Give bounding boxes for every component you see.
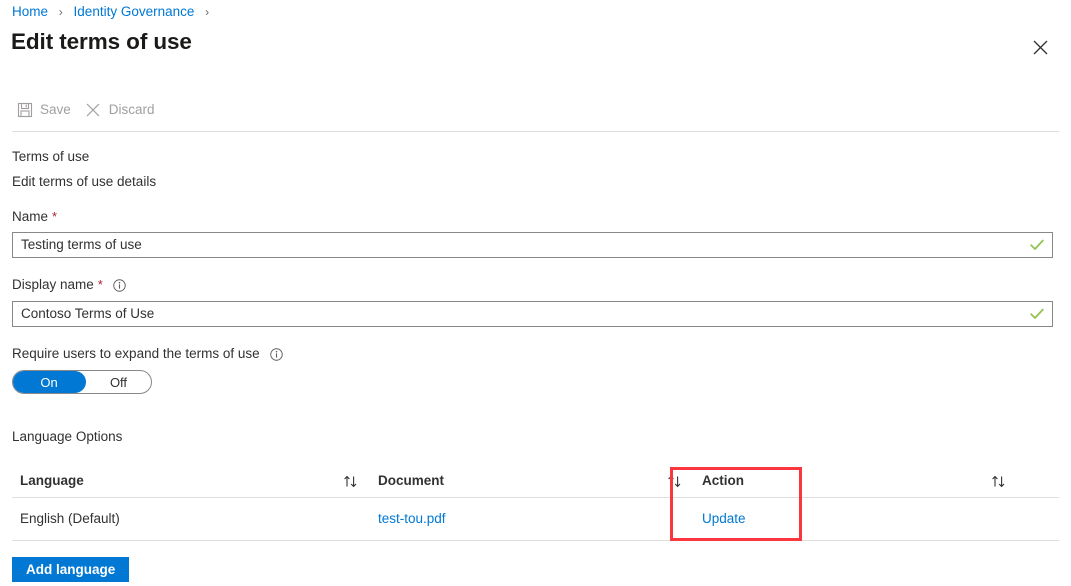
save-floppy-icon [16,102,33,119]
save-button-label: Save [40,102,71,117]
checkmark-icon [1026,239,1052,251]
discard-button-label: Discard [108,102,155,117]
cell-language: English (Default) [12,510,334,528]
toggle-option-on[interactable]: On [13,371,86,393]
require-expand-label-text: Require users to expand the terms of use [12,346,260,361]
column-header-language[interactable]: Language [12,472,334,490]
display-name-input[interactable]: Contoso Terms of Use [12,301,1053,327]
name-input[interactable]: Testing terms of use [12,232,1053,258]
section-subtitle: Edit terms of use details [12,174,157,189]
breadcrumb-separator-icon: › [58,5,63,19]
cell-action: Update [690,510,978,528]
sort-ascending-descending-icon[interactable] [658,475,690,488]
display-name-required-asterisk: * [97,277,103,292]
column-header-document-label: Document [378,473,445,488]
page-title: Edit terms of use [11,29,192,54]
table-header-row: Language Document Action [12,465,1059,498]
language-options-heading: Language Options [12,429,123,444]
info-icon[interactable] [113,278,127,292]
name-input-value[interactable]: Testing terms of use [13,236,1026,254]
section-title: Terms of use [12,149,90,164]
breadcrumb-item-home[interactable]: Home [12,4,48,19]
display-name-field-label: Display name * [12,276,127,294]
column-header-language-label: Language [20,473,84,488]
display-name-input-value[interactable]: Contoso Terms of Use [13,305,1026,323]
discard-button[interactable]: Discard [81,97,165,123]
checkmark-icon [1026,308,1052,320]
close-icon[interactable] [1025,32,1055,62]
update-link[interactable]: Update [702,511,746,526]
display-name-label-text: Display name [12,277,94,292]
name-field-label: Name * [12,208,57,226]
language-options-table: Language Document Action English (Defaul… [12,465,1059,541]
name-field-label-text: Name [12,209,49,224]
sort-ascending-descending-icon[interactable] [978,475,1018,488]
breadcrumb-item-identity-governance[interactable]: Identity Governance [74,4,195,19]
cell-language-value: English (Default) [20,511,120,526]
table-row[interactable]: English (Default) test-tou.pdf Update [12,498,1059,541]
cell-document: test-tou.pdf [366,510,658,528]
breadcrumb: Home › Identity Governance › [12,3,216,21]
save-button[interactable]: Save [12,97,81,123]
require-expand-toggle[interactable]: On Off [12,370,152,394]
discard-x-icon [85,102,102,119]
column-header-action[interactable]: Action [690,472,978,490]
name-required-asterisk: * [52,209,58,224]
document-link[interactable]: test-tou.pdf [378,511,446,526]
add-language-button[interactable]: Add language [12,557,130,582]
toolbar-divider [12,131,1059,132]
breadcrumb-separator-icon: › [205,5,210,19]
command-toolbar: Save Discard [12,97,165,123]
sort-ascending-descending-icon[interactable] [334,475,366,488]
toggle-option-off[interactable]: Off [86,375,151,390]
column-header-document[interactable]: Document [366,472,658,490]
column-header-action-label: Action [702,473,744,488]
require-expand-label: Require users to expand the terms of use [12,345,284,363]
info-icon[interactable] [270,347,284,361]
